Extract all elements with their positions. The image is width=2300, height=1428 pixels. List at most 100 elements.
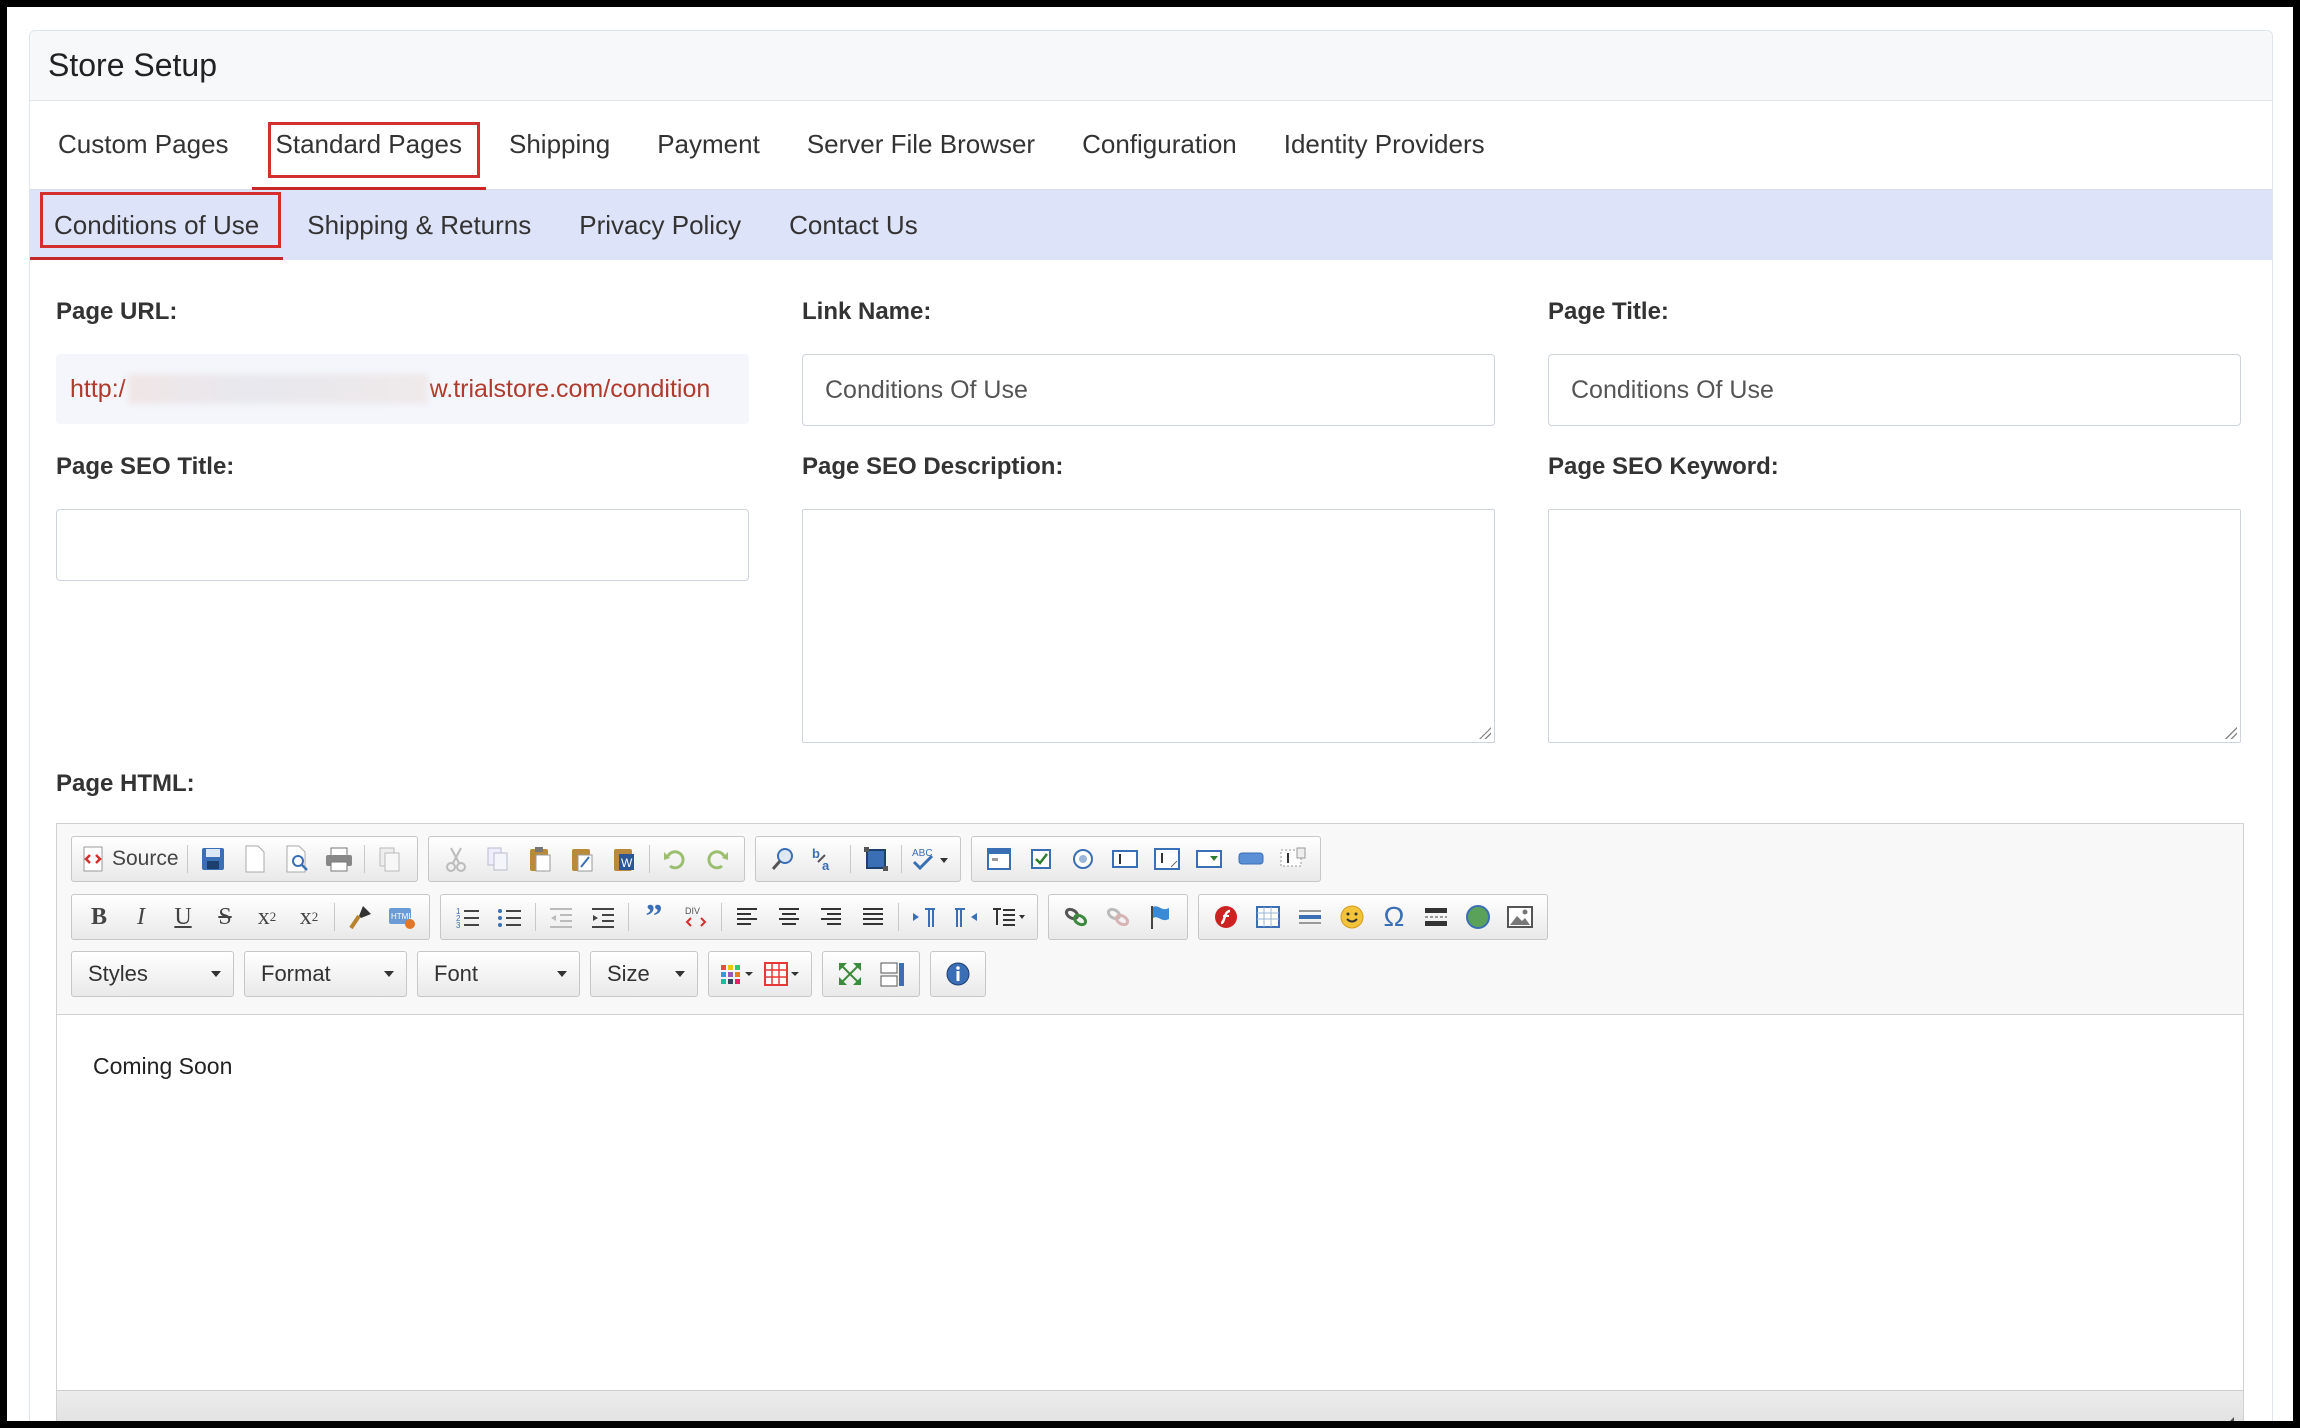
subtab-conditions-of-use[interactable]: Conditions of Use <box>30 190 284 260</box>
horizontal-rule-icon[interactable] <box>1289 897 1331 937</box>
store-setup-panel: Store Setup Custom Pages Standard Pages … <box>29 30 2273 1421</box>
paste-icon[interactable] <box>519 839 561 879</box>
link-icon[interactable] <box>1055 897 1097 937</box>
subtab-privacy-policy[interactable]: Privacy Policy <box>555 190 765 260</box>
iframe-icon[interactable] <box>1457 897 1499 937</box>
text-ltr-icon[interactable] <box>903 897 945 937</box>
find-icon[interactable] <box>762 839 804 879</box>
paste-text-icon[interactable] <box>561 839 603 879</box>
tab-standard-pages[interactable]: Standard Pages <box>251 100 487 190</box>
outdent-icon[interactable] <box>540 897 582 937</box>
form-icon[interactable] <box>978 839 1020 879</box>
replace-icon[interactable]: ba <box>804 839 846 879</box>
align-right-icon[interactable] <box>810 897 852 937</box>
subtab-shipping-returns[interactable]: Shipping & Returns <box>283 190 555 260</box>
seo-title-input[interactable] <box>56 509 749 581</box>
show-blocks-icon[interactable] <box>871 954 913 994</box>
page-title-input[interactable]: Conditions Of Use <box>1548 354 2241 426</box>
size-dropdown[interactable]: Size <box>590 951 698 997</box>
paste-word-icon[interactable]: W <box>603 839 645 879</box>
special-char-icon[interactable]: Ω <box>1373 897 1415 937</box>
bold-icon[interactable]: B <box>78 897 120 937</box>
seo-description-label: Page SEO Description: <box>802 453 1064 480</box>
tab-shipping[interactable]: Shipping <box>485 100 634 189</box>
tab-server-file-browser[interactable]: Server File Browser <box>783 100 1059 189</box>
select-all-icon[interactable] <box>855 839 897 879</box>
justify-icon[interactable] <box>852 897 894 937</box>
info-icon[interactable] <box>937 954 979 994</box>
tab-custom-pages[interactable]: Custom Pages <box>34 100 253 189</box>
superscript-icon[interactable]: x2 <box>288 897 330 937</box>
spellcheck-icon[interactable]: ABC <box>906 839 954 879</box>
resize-handle[interactable] <box>2225 727 2237 739</box>
subtab-contact-us[interactable]: Contact Us <box>765 190 942 260</box>
maximize-icon[interactable] <box>829 954 871 994</box>
numbered-list-icon[interactable]: 123 <box>447 897 489 937</box>
tab-configuration[interactable]: Configuration <box>1058 100 1261 189</box>
anchor-icon[interactable] <box>1139 897 1181 937</box>
tab-label: Server File Browser <box>806 129 1036 159</box>
redo-icon[interactable] <box>696 839 738 879</box>
input-value: Conditions Of Use <box>1571 375 1774 404</box>
page-break-icon[interactable] <box>1415 897 1457 937</box>
align-center-icon[interactable] <box>768 897 810 937</box>
hidden-field-icon[interactable] <box>1272 839 1314 879</box>
editor-content-area[interactable]: Coming Soon <box>57 1014 2243 1421</box>
language-icon[interactable] <box>987 897 1031 937</box>
copy-format-icon[interactable] <box>339 897 381 937</box>
seo-description-textarea[interactable] <box>802 509 1495 743</box>
editor-resize-icon[interactable] <box>2217 1416 2235 1421</box>
flash-icon[interactable] <box>1205 897 1247 937</box>
svg-text:b: b <box>812 846 820 861</box>
tab-identity-providers[interactable]: Identity Providers <box>1260 100 1509 189</box>
sub-tabs: Conditions of Use Shipping & Returns Pri… <box>30 190 2272 260</box>
blockquote-icon[interactable]: ” <box>633 897 675 937</box>
underline-icon[interactable]: U <box>162 897 204 937</box>
redacted-text <box>127 374 428 404</box>
strikethrough-icon[interactable]: S <box>204 897 246 937</box>
toolbar-group-insert: Ω <box>1198 894 1548 940</box>
image-icon[interactable] <box>1499 897 1541 937</box>
tab-label: Identity Providers <box>1283 129 1485 159</box>
text-field-icon[interactable] <box>1104 839 1146 879</box>
bulleted-list-icon[interactable] <box>489 897 531 937</box>
table-grid-icon[interactable] <box>759 954 805 994</box>
radio-icon[interactable] <box>1062 839 1104 879</box>
page-title: Store Setup <box>48 47 217 83</box>
styles-dropdown[interactable]: Styles <box>71 951 234 997</box>
table-icon[interactable] <box>1247 897 1289 937</box>
smiley-icon[interactable] <box>1331 897 1373 937</box>
tab-payment[interactable]: Payment <box>633 100 784 189</box>
text-rtl-icon[interactable] <box>945 897 987 937</box>
toolbar-group-tools <box>822 951 920 997</box>
textarea-icon[interactable] <box>1146 839 1188 879</box>
print-icon[interactable] <box>318 839 360 879</box>
text-color-icon[interactable] <box>715 954 759 994</box>
source-button[interactable]: Source <box>78 839 183 879</box>
select-field-icon[interactable] <box>1188 839 1230 879</box>
resize-handle[interactable] <box>1479 727 1491 739</box>
remove-format-icon[interactable]: HTML <box>381 897 423 937</box>
cut-icon[interactable] <box>435 839 477 879</box>
copy-icon[interactable] <box>477 839 519 879</box>
new-page-icon[interactable] <box>234 839 276 879</box>
input-value: Conditions Of Use <box>825 375 1028 404</box>
link-name-input[interactable]: Conditions Of Use <box>802 354 1495 426</box>
toolbar-group-colors <box>708 951 812 997</box>
unlink-icon[interactable] <box>1097 897 1139 937</box>
subscript-icon[interactable]: x2 <box>246 897 288 937</box>
seo-keyword-textarea[interactable] <box>1548 509 2241 743</box>
checkbox-icon[interactable] <box>1020 839 1062 879</box>
button-field-icon[interactable] <box>1230 839 1272 879</box>
toolbar-group-editing: ba ABC <box>754 836 961 882</box>
indent-icon[interactable] <box>582 897 624 937</box>
div-container-icon[interactable]: DIV <box>675 897 717 937</box>
preview-icon[interactable] <box>276 839 318 879</box>
format-dropdown[interactable]: Format <box>244 951 407 997</box>
templates-icon[interactable] <box>369 839 411 879</box>
align-left-icon[interactable] <box>726 897 768 937</box>
italic-icon[interactable]: I <box>120 897 162 937</box>
font-dropdown[interactable]: Font <box>417 951 580 997</box>
undo-icon[interactable] <box>654 839 696 879</box>
save-icon[interactable] <box>192 839 234 879</box>
